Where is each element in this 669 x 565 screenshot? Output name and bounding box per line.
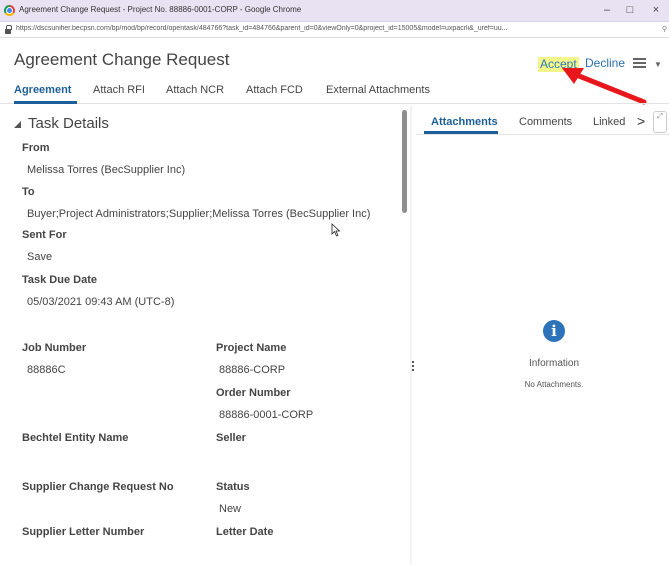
browser-title-bar: Agreement Change Request - Project No. 8… [0,0,669,22]
sent-for-label: Sent For [22,229,67,241]
sent-for-value: Save [27,251,53,263]
tab-linked[interactable]: Linked [593,116,625,128]
pane-splitter[interactable] [410,105,412,565]
status-value: New [219,503,242,515]
bechtel-entity-label: Bechtel Entity Name [22,432,129,444]
tab-external-attachments[interactable]: External Attachments [326,84,430,96]
expand-panel-icon[interactable]: ⤢ [653,111,667,133]
address-bar[interactable]: https://dscsunifier.becpsn.com/bp/mod/bp… [0,22,669,38]
to-value: Buyer;Project Administrators;Supplier;Me… [27,208,371,220]
section-title-task-details[interactable]: Task Details [28,115,109,132]
order-number-value: 88886-0001-CORP [219,409,314,421]
tab-attach-rfi[interactable]: Attach RFI [93,84,145,96]
chevron-right-icon[interactable]: > [637,113,645,129]
info-icon: i [543,320,565,342]
close-button[interactable]: × [645,3,667,17]
status-label: Status [216,481,250,493]
task-due-date-label: Task Due Date [22,274,97,286]
url-text[interactable]: https://dscsunifier.becpsn.com/bp/mod/bp… [16,25,656,32]
no-attachments-message: No Attachments. [524,380,584,389]
project-name-value: 88886-CORP [219,364,286,376]
tab-bar: Agreement Attach RFI Attach NCR Attach F… [0,80,669,104]
tab-attach-ncr[interactable]: Attach NCR [166,84,224,96]
info-title: Information [528,358,580,369]
drag-handle-icon[interactable] [412,361,415,375]
supplier-change-request-label: Supplier Change Request No [22,481,174,493]
page-title: Agreement Change Request [14,50,230,69]
job-number-label: Job Number [22,342,87,354]
mouse-cursor-icon [331,223,341,237]
letter-date-label: Letter Date [216,526,274,538]
tab-agreement[interactable]: Agreement [14,84,71,96]
collapse-caret-icon[interactable] [14,121,21,128]
job-number-value: 88886C [27,364,66,376]
chevron-down-icon[interactable]: ▼ [654,60,662,69]
key-icon[interactable]: ⚲ [662,25,667,33]
tab-attachments[interactable]: Attachments [431,116,498,128]
to-label: To [22,186,35,198]
seller-label: Seller [216,432,246,444]
from-label: From [22,142,50,154]
scrollbar-thumb[interactable] [402,110,407,213]
minimize-button[interactable]: – [596,3,618,17]
from-value: Melissa Torres (BecSupplier Inc) [27,164,186,176]
window-title: Agreement Change Request - Project No. 8… [19,5,302,14]
tab-attach-fcd[interactable]: Attach FCD [246,84,303,96]
active-tab-indicator [14,101,77,104]
supplier-letter-number-label: Supplier Letter Number [22,526,145,538]
side-panel [416,105,669,565]
order-number-label: Order Number [216,387,291,399]
side-tab-divider [416,134,669,135]
tab-comments[interactable]: Comments [519,116,572,128]
maximize-button[interactable]: □ [619,3,641,17]
lock-icon [5,25,12,34]
task-due-date-value: 05/03/2021 09:43 AM (UTC-8) [27,296,175,308]
chrome-icon [4,5,15,16]
project-name-label: Project Name [216,342,287,354]
